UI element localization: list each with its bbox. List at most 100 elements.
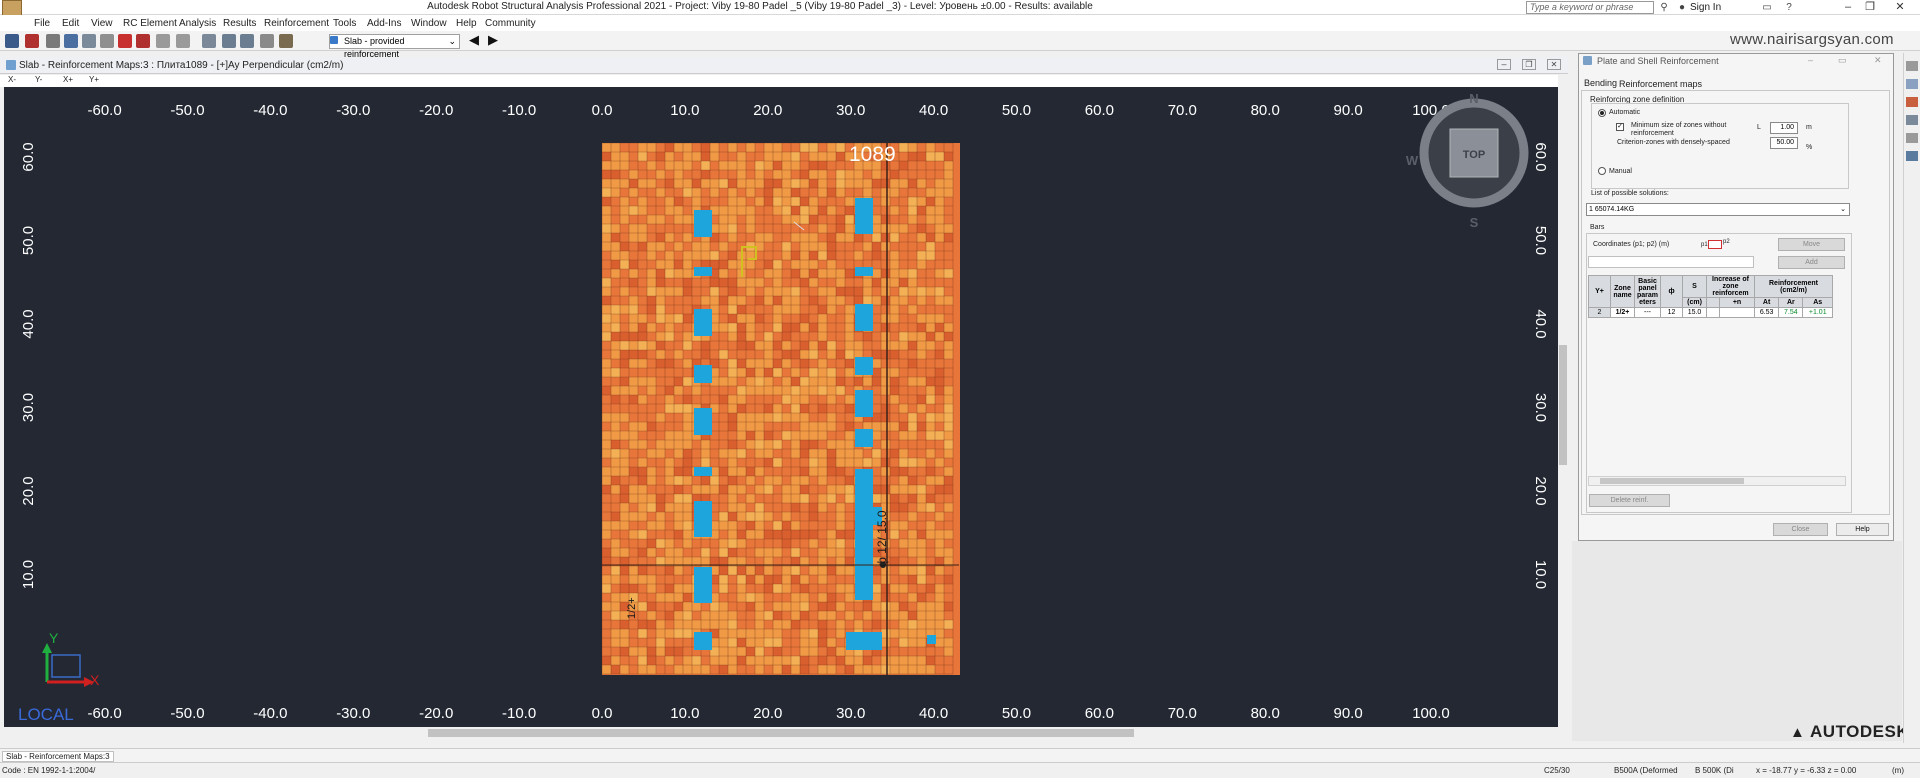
table-cell[interactable]: 12	[1660, 307, 1684, 318]
slab-panel[interactable]	[601, 142, 960, 675]
table-cell[interactable]: ---	[1633, 307, 1662, 318]
result-type-select[interactable]: Slab - provided reinforcement ⌄	[329, 34, 460, 59]
menu-window[interactable]: Window	[411, 18, 447, 29]
slab-cell	[791, 656, 800, 665]
dialog-maximize-button[interactable]: ▭	[1838, 55, 1847, 66]
table-cell[interactable]: 15.0	[1682, 307, 1708, 318]
menu-edit[interactable]: Edit	[62, 18, 79, 29]
print-preview-icon[interactable]	[64, 34, 78, 48]
cart-icon[interactable]: ▭	[1760, 1, 1774, 14]
slab-cell	[827, 269, 836, 278]
view-close-button[interactable]: ✕	[1547, 59, 1561, 70]
table-scroll-thumb[interactable]	[1600, 478, 1744, 484]
slab-cell	[629, 395, 638, 404]
slab-cell	[863, 188, 872, 197]
steel-class-2[interactable]: B 500K (Di	[1695, 766, 1734, 775]
zoom-icon[interactable]	[222, 34, 236, 48]
table-cell[interactable]	[1719, 307, 1756, 318]
slab-cell	[836, 152, 845, 161]
new-icon[interactable]	[5, 34, 19, 48]
print-icon[interactable]	[46, 34, 60, 48]
table-cell[interactable]	[1706, 307, 1721, 318]
slab-cell	[665, 467, 674, 476]
tab-bending[interactable]: Bending	[1584, 78, 1617, 88]
concrete-class[interactable]: C25/30	[1544, 766, 1570, 775]
tab-reinforcement-maps[interactable]: Reinforcement maps	[1619, 79, 1702, 89]
user-icon[interactable]: ●	[1675, 1, 1689, 14]
search-input[interactable]: Type a keyword or phrase	[1526, 1, 1654, 14]
move-button[interactable]: Move	[1778, 238, 1845, 251]
menu-help[interactable]: Help	[456, 18, 477, 29]
menu-results[interactable]: Results	[223, 18, 256, 29]
menu-tools[interactable]: Tools	[333, 18, 356, 29]
dialog-close-button[interactable]: ✕	[1874, 55, 1882, 66]
solutions-select[interactable]: 1 65074.14KG ⌄	[1586, 203, 1850, 216]
table-cell[interactable]: 7.54	[1778, 307, 1804, 318]
tools-icon[interactable]	[279, 34, 293, 48]
delete-reinforcement-button[interactable]: Delete reinf.	[1589, 494, 1670, 507]
menu-add-ins[interactable]: Add-Ins	[367, 18, 401, 29]
menu-analysis[interactable]: Analysis	[179, 18, 216, 29]
tab-x-plus[interactable]: X+	[63, 75, 73, 84]
menu-community[interactable]: Community	[485, 18, 536, 29]
preferences-icon[interactable]	[100, 34, 114, 48]
delete-icon[interactable]	[118, 34, 132, 48]
paste-icon[interactable]	[176, 34, 190, 48]
tab-bars[interactable]: Bars	[1590, 224, 1604, 231]
results-icon[interactable]	[1906, 151, 1918, 161]
menu-view[interactable]: View	[91, 18, 113, 29]
display-icon[interactable]	[1906, 115, 1918, 125]
properties-icon[interactable]	[1906, 61, 1918, 71]
table-cell[interactable]: +1.01	[1802, 307, 1834, 318]
next-arrow-icon[interactable]: ▶	[486, 33, 500, 47]
previous-arrow-icon[interactable]: ◀	[467, 33, 481, 47]
reinforcement-icon[interactable]	[1906, 97, 1918, 107]
menu-rc-element[interactable]: RC Element	[123, 18, 177, 29]
steel-class-1[interactable]: B500A (Deformed	[1614, 766, 1678, 775]
sign-in-link[interactable]: Sign In	[1690, 2, 1721, 13]
menu-file[interactable]: File	[34, 18, 50, 29]
help-button[interactable]: Help	[1836, 523, 1889, 536]
table-row[interactable]: 2 1/2+ --- 12 15.0 6.53 7.54 +1.01	[1588, 307, 1834, 318]
table-icon[interactable]	[202, 34, 216, 48]
dialog-minimize-button[interactable]: –	[1808, 55, 1813, 65]
slab-cell	[728, 638, 737, 647]
manual-radio[interactable]	[1598, 167, 1606, 175]
screen-capture-icon[interactable]	[82, 34, 96, 48]
view-restore-button[interactable]: ❐	[1522, 59, 1536, 70]
tab-x-minus[interactable]: X-	[8, 75, 16, 84]
help-icon[interactable]: ?	[1782, 1, 1796, 14]
view-tab[interactable]: Slab - Reinforcement Maps:3	[2, 751, 114, 762]
reinforcement-map-canvas[interactable]: -60.0 -50.0 -40.0 -30.0 -20.0 -10.0 0.0 10.0 20.…	[4, 87, 1558, 727]
tab-y-plus[interactable]: Y+	[89, 75, 99, 84]
coordinates-input[interactable]	[1588, 256, 1754, 268]
slab-cell	[773, 440, 782, 449]
horizontal-scroll-thumb[interactable]	[428, 729, 1134, 737]
coordinates-picker[interactable]	[1708, 240, 1722, 249]
cut-icon[interactable]	[136, 34, 150, 48]
gear-icon[interactable]	[260, 34, 274, 48]
criterion-input[interactable]: 50.00	[1770, 137, 1798, 149]
table-view-icon[interactable]	[1906, 133, 1918, 143]
close-button[interactable]: Close	[1773, 523, 1828, 536]
table-cell[interactable]: 6.53	[1754, 307, 1780, 318]
save-icon[interactable]	[25, 34, 39, 48]
zoom-window-icon[interactable]	[240, 34, 254, 48]
reinforcement-map-viewport[interactable]: -60.0 -50.0 -40.0 -30.0 -20.0 -10.0 0.0 10.0 20.…	[4, 87, 1558, 727]
table-cell[interactable]: 2	[1588, 307, 1611, 318]
menu-reinforcement[interactable]: Reinforcement	[264, 18, 329, 29]
binoculars-icon[interactable]: ⚲	[1657, 1, 1671, 14]
object-inspector-icon[interactable]	[1906, 79, 1918, 89]
vertical-scroll-thumb[interactable]	[1559, 345, 1567, 465]
add-button[interactable]: Add	[1778, 256, 1845, 269]
close-window-button[interactable]: ✕	[1880, 0, 1920, 15]
automatic-radio[interactable]	[1598, 109, 1606, 117]
table-cell[interactable]: 1/2+	[1610, 307, 1635, 318]
min-size-checkbox[interactable]: ✓	[1616, 123, 1624, 131]
tab-y-minus[interactable]: Y-	[35, 75, 42, 84]
slab-number-label: 1089	[849, 143, 896, 166]
copy-icon[interactable]	[156, 34, 170, 48]
view-minimize-button[interactable]: –	[1497, 59, 1511, 70]
min-size-length-input[interactable]: 1.00	[1770, 122, 1798, 134]
slab-cell	[746, 647, 755, 656]
